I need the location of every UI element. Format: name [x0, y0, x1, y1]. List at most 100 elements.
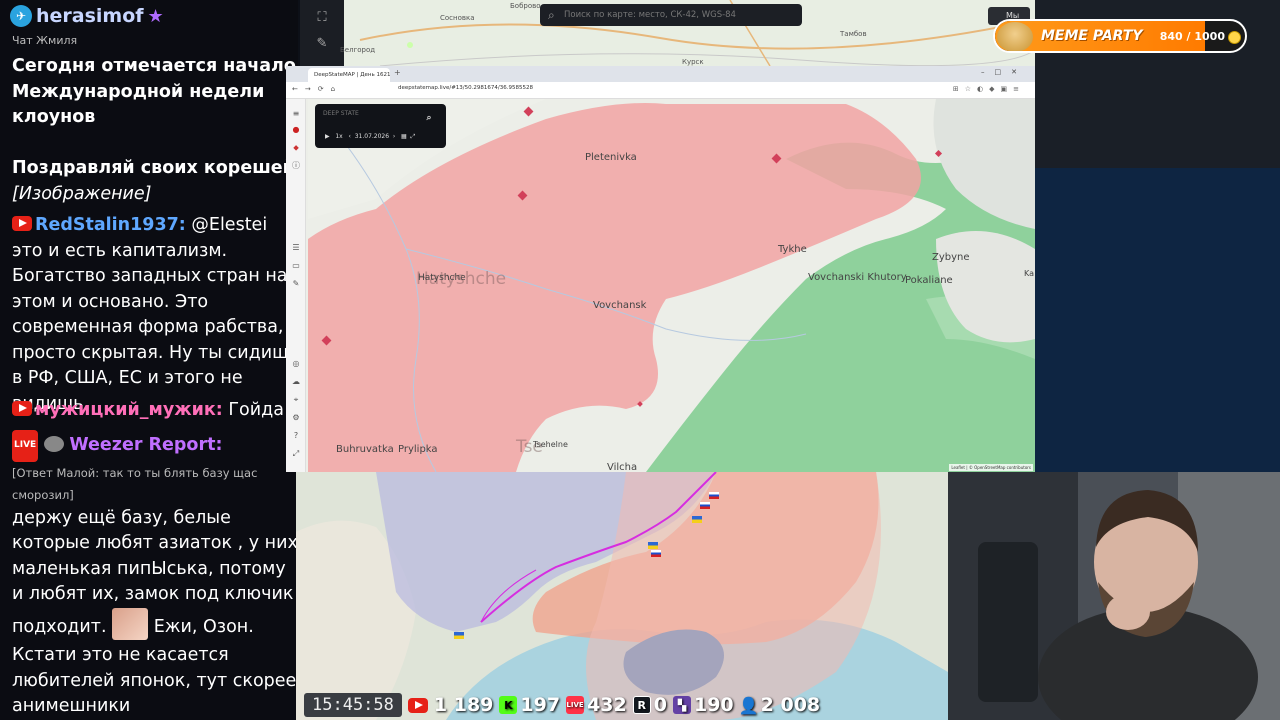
prev-day-icon[interactable]: ‹ — [348, 133, 350, 140]
url-field[interactable]: deepstatemap.live/#13/50.2981674/36.9585… — [398, 85, 533, 91]
map-label: Сосновка — [440, 14, 475, 22]
timeline-controls[interactable]: ▶ 1x ‹ 31.07.2026 › ▦ ⤢ — [325, 133, 415, 141]
meme-party-count: 840 / 1000 — [1159, 30, 1225, 43]
chat-message: LIVE Weezer Report: [Ответ Малой: так то… — [12, 430, 298, 640]
youtube-count: 1 189 — [433, 694, 494, 716]
chat-username[interactable]: мужицкий_мужик: — [35, 400, 223, 420]
message-reply: [Ответ Малой: так то ты блять базу щас с… — [12, 465, 258, 502]
map-search-input[interactable]: Поиск по карте: место, СК-42, WGS-84 — [540, 4, 802, 26]
total-count: 2 008 — [760, 694, 821, 716]
play-icon[interactable]: ▶ — [325, 133, 330, 140]
vklive-icon: LIVE — [566, 696, 585, 714]
russia-flag-icon — [651, 550, 661, 557]
search-icon[interactable]: ⌕ — [420, 109, 438, 127]
deepstate-map[interactable]: ≡ ● ⬥ ⓘ ☰ ▭ ✎ ◎ ☁ ⌖ ⚙ ? ⤢ DEEP STATE ⌕ ▶… — [286, 99, 1035, 472]
vklive-count: 432 — [587, 694, 627, 716]
message-text: Поздравляй своих корешей — [12, 158, 295, 178]
list-icon[interactable]: ☰ — [291, 243, 301, 253]
message-attachment: [Изображение] — [12, 183, 152, 204]
rutube-count: 0 — [653, 694, 667, 716]
coin-icon — [1228, 31, 1241, 44]
expand-icon[interactable]: ⛶ — [312, 10, 332, 30]
user-icon: 👤 — [738, 695, 759, 715]
ukraine-flag-icon — [454, 632, 464, 639]
pin-icon[interactable]: ⬥ — [291, 143, 301, 153]
background-map: ⛶ ✎ Поиск по карте: место, СК-42, WGS-84… — [300, 0, 1035, 66]
extension-icons[interactable]: ⊞☆◐◆▣≡ — [953, 85, 1025, 93]
help-icon[interactable]: ? — [291, 431, 301, 441]
youtube-viewers: 1 189 — [407, 694, 494, 716]
background-right — [1035, 0, 1280, 472]
expand-icon[interactable]: ⤢ — [291, 449, 301, 459]
settings-icon[interactable]: ⚙ — [291, 413, 301, 423]
map-attribution[interactable]: Leaflet | © OpenStreetMap contributors — [949, 464, 1033, 471]
stream-stats-bar: 15:45:58 1 189 K 197 LIVE 432 R 0 ▚ 190 … — [304, 690, 924, 720]
webcam-image — [948, 472, 1280, 720]
star-icon: ★ — [147, 5, 164, 27]
map-label: Курск — [682, 58, 704, 66]
place-label: Prylipka — [398, 444, 438, 455]
flag-icon[interactable]: ● — [291, 125, 301, 135]
cloud-icon[interactable]: ☁ — [291, 377, 301, 387]
emote-image — [112, 607, 149, 640]
ukraine-flag-icon — [648, 542, 658, 549]
place-label: Tsehelne — [533, 440, 568, 449]
chat-message: мужицкий_мужик: Гойда — [12, 398, 298, 424]
map-toolbar: ⛶ ✎ — [300, 0, 344, 66]
chat-message: Поздравляй своих корешей [Изображение] — [12, 156, 298, 207]
total-viewers: 👤 2 008 — [738, 694, 821, 716]
new-tab-icon[interactable]: + — [394, 68, 401, 77]
link-icon[interactable]: ⤢ — [411, 133, 416, 140]
next-day-icon[interactable]: › — [393, 133, 395, 140]
target-icon[interactable]: ⌖ — [291, 395, 301, 405]
chat-message: RedStalin1937: @Elestei это и есть капит… — [12, 213, 298, 417]
deepstate-logo: DEEP STATE — [323, 110, 359, 117]
chat-header: ✈ herasimof ★ — [10, 4, 164, 28]
chat-panel: ✈ herasimof ★ Чат Жмиля Сегодня отмечает… — [0, 0, 298, 720]
chat-username[interactable]: RedStalin1937: — [35, 215, 186, 235]
twitch-count: 190 — [693, 694, 734, 716]
message-text: @Elestei это и есть капитализм. Богатств… — [12, 215, 298, 414]
window-controls[interactable]: –□✕ — [981, 68, 1027, 76]
chat-username[interactable]: Weezer Report: — [69, 435, 222, 455]
place-label: Vilcha — [607, 462, 638, 472]
current-date[interactable]: 31.07.2026 — [355, 133, 389, 140]
telegram-icon: ✈ — [10, 5, 32, 27]
overview-map-svg — [296, 472, 948, 720]
browser-tab[interactable]: DeepStateMAP | День 1621 | Ка... — [308, 68, 390, 82]
calendar-icon[interactable]: ▦ — [401, 133, 407, 140]
youtube-icon — [12, 216, 32, 231]
time-panel: DEEP STATE ⌕ ▶ 1x ‹ 31.07.2026 › ▦ ⤢ — [315, 104, 446, 148]
chat-message: Кстати это не касается любителей японок,… — [12, 643, 298, 720]
nav-buttons[interactable]: ←→⟳⌂ — [292, 85, 342, 93]
message-text: Гойда — [228, 400, 284, 420]
browser-window: DeepStateMAP | День 1621 | Ка... + –□✕ ←… — [286, 66, 1035, 472]
chat-header-name: herasimof — [36, 5, 144, 27]
info-icon[interactable]: ⓘ — [291, 161, 301, 171]
place-label: Vovchansk — [593, 300, 647, 311]
kick-count: 197 — [520, 694, 561, 716]
russia-flag-icon — [700, 502, 710, 509]
rutube-viewers: R 0 — [632, 694, 667, 716]
rutube-icon: R — [632, 696, 651, 714]
map-label: Тамбов — [840, 30, 867, 38]
chat-message: Сегодня отмечается начало Международной … — [12, 54, 298, 131]
menu-icon[interactable]: ≡ — [291, 109, 301, 119]
twitch-icon: ▚ — [672, 696, 691, 714]
edit-icon[interactable]: ✎ — [291, 279, 301, 289]
place-label: Buhruvatka — [336, 444, 394, 455]
emote-icon — [43, 436, 64, 452]
card-icon[interactable]: ▭ — [291, 261, 301, 271]
layers-icon[interactable]: ◎ — [291, 359, 301, 369]
map-label: Боброво — [510, 2, 541, 10]
place-label: Pletenivka — [585, 152, 637, 163]
background-blue-panel — [1035, 168, 1280, 472]
browser-url-bar: ←→⟳⌂ deepstatemap.live/#13/50.2981674/36… — [286, 82, 1035, 99]
place-label: Vovchanski Khutory — [808, 272, 907, 283]
stream-clock: 15:45:58 — [304, 693, 402, 717]
meme-party-bar: MEME PARTY 840 / 1000 — [993, 19, 1247, 53]
russia-flag-icon — [709, 492, 719, 499]
speed-value[interactable]: 1x — [335, 133, 342, 140]
message-text: Сегодня отмечается начало Международной … — [12, 56, 296, 127]
ruler-icon[interactable]: ✎ — [312, 36, 332, 56]
